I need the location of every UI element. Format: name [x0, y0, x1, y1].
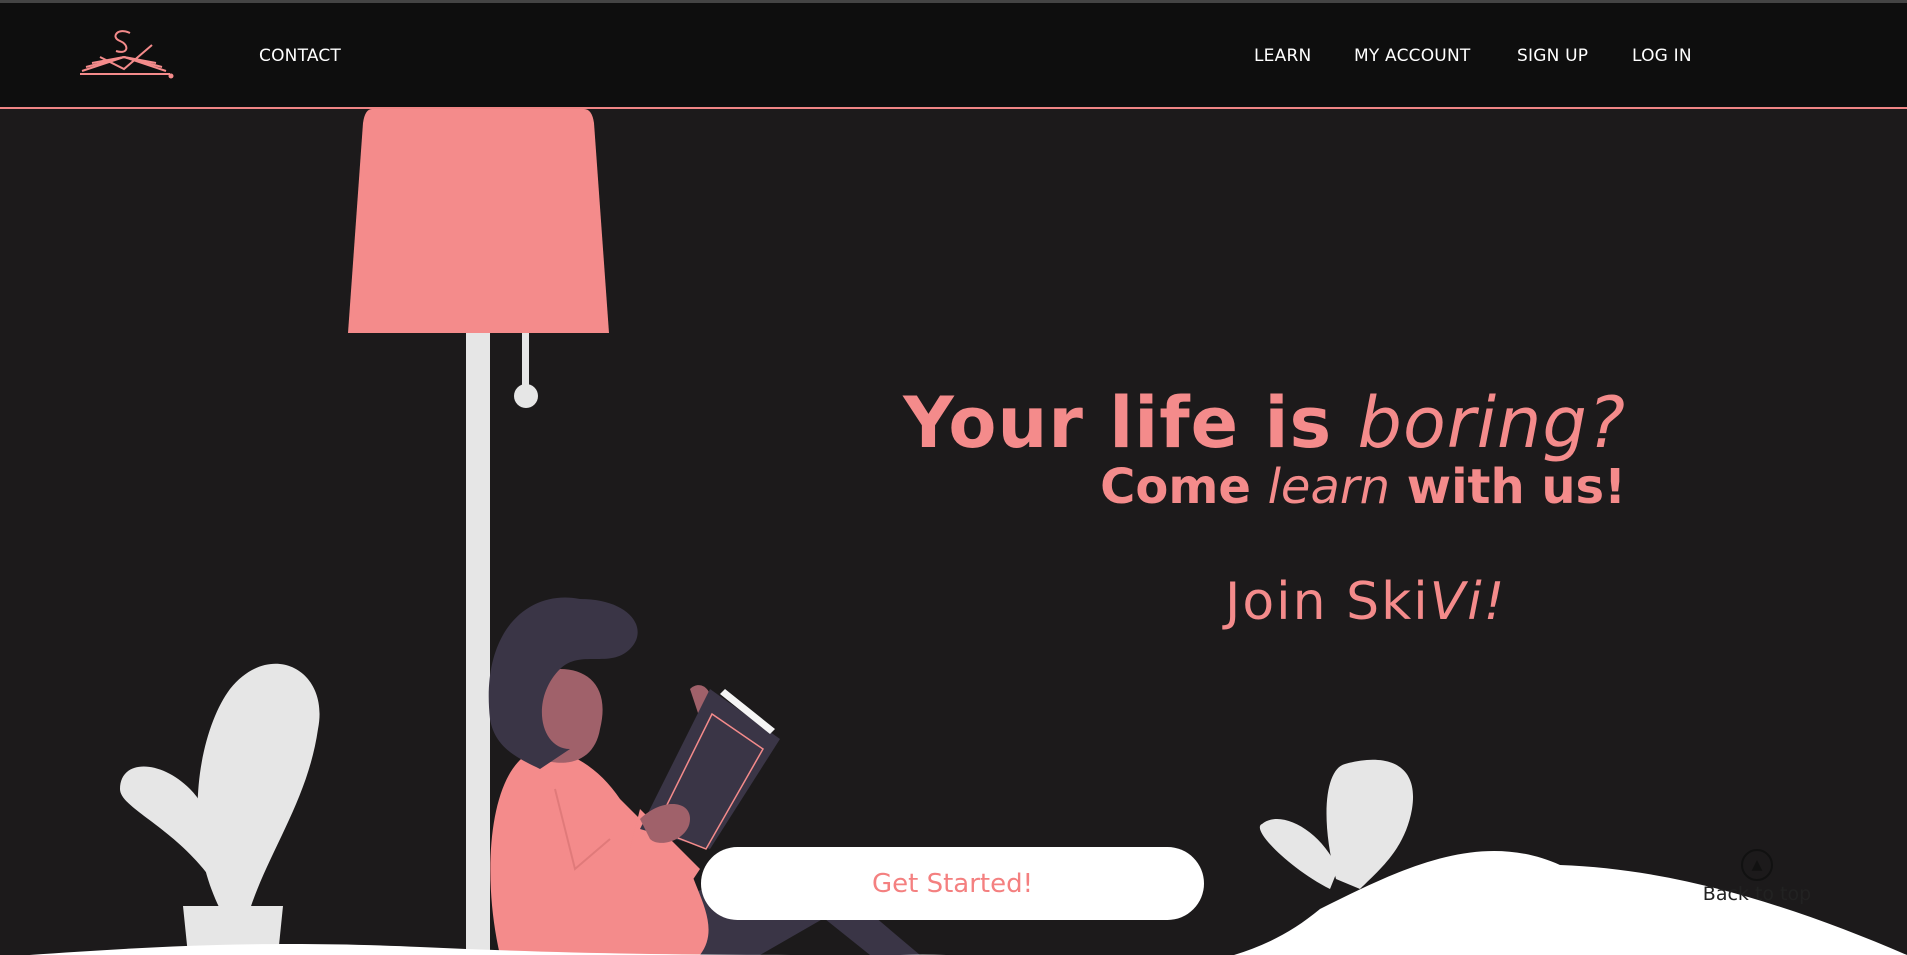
- nav-my-account[interactable]: MY ACCOUNT: [1354, 46, 1470, 66]
- up-arrow-circle-icon: ▲: [1741, 849, 1773, 881]
- hero-headline: Your life is boring? Come learn with us!: [903, 383, 1626, 515]
- nav-log-in[interactable]: LOG IN: [1632, 46, 1692, 66]
- join-tagline: Join SkiVi!: [1225, 572, 1507, 632]
- reading-woman-illustration: [0, 109, 1907, 955]
- logo-icon[interactable]: [78, 27, 174, 81]
- back-to-top-link[interactable]: ▲ Back to top: [1697, 849, 1817, 905]
- headline-line-2: Come learn with us!: [1100, 459, 1626, 515]
- nav-learn[interactable]: LEARN: [1254, 46, 1311, 66]
- hero-section: Your life is boring? Come learn with us!…: [0, 109, 1907, 955]
- right-plant: [1259, 759, 1414, 889]
- nav-contact[interactable]: CONTACT: [259, 46, 341, 66]
- nav-sign-up[interactable]: SIGN UP: [1517, 46, 1588, 66]
- left-plant: [120, 663, 320, 955]
- navbar: CONTACT LEARN MY ACCOUNT SIGN UP LOG IN: [0, 3, 1907, 109]
- headline-line-1: Your life is boring?: [903, 382, 1626, 464]
- back-to-top-label: Back to top: [1702, 883, 1812, 905]
- get-started-button[interactable]: Get Started!: [701, 847, 1204, 920]
